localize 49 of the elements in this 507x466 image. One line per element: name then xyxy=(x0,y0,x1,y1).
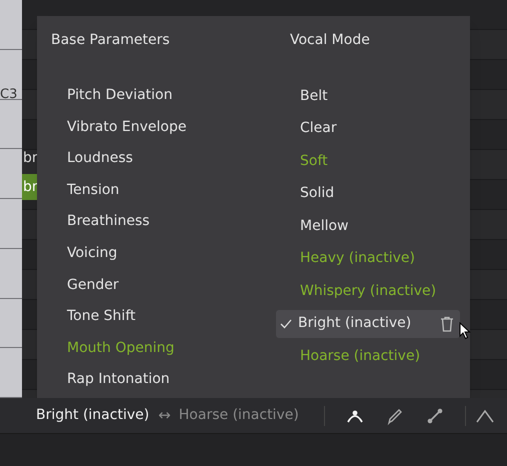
cursor-icon xyxy=(459,322,471,340)
menu-item-label: Mellow xyxy=(300,216,348,236)
menu-item-label: Vibrato Envelope xyxy=(67,118,186,137)
menu-item-label: Loudness xyxy=(67,149,133,168)
transition-arrow: ↔ xyxy=(158,405,171,426)
menu-item[interactable]: Gender xyxy=(51,272,268,299)
mode-from: Bright (inactive) xyxy=(36,406,150,425)
menu-item[interactable]: Belt xyxy=(276,82,460,110)
menu-item[interactable]: Heavy (inactive) xyxy=(276,244,460,272)
menu-item-label: Hoarse (inactive) xyxy=(300,346,420,366)
menu-item[interactable]: Vibrato Envelope xyxy=(51,114,268,141)
menu-item[interactable]: Bright (inactive) xyxy=(276,310,460,338)
menu-item[interactable]: Loudness xyxy=(51,145,268,172)
line-tool-icon[interactable] xyxy=(425,406,445,426)
menu-item[interactable]: Breathiness xyxy=(51,208,268,236)
menu-item-label: Belt xyxy=(300,86,328,106)
menu-item-label: Gender xyxy=(67,276,119,295)
menu-item[interactable]: Tone Shift xyxy=(51,303,268,330)
menu-item-label: Solid xyxy=(300,184,334,203)
menu-item-label: Soft xyxy=(300,152,328,170)
trash-icon[interactable] xyxy=(440,316,454,332)
menu-item[interactable]: Clear xyxy=(276,114,460,142)
menu-item[interactable]: Pitch Deviation xyxy=(51,82,268,110)
menu-item[interactable]: Soft xyxy=(276,147,460,175)
menu-item-label: Tone Shift xyxy=(67,307,136,326)
menu-item[interactable]: Voicing xyxy=(51,240,268,268)
menu-item-label: Bright (inactive) xyxy=(298,314,412,333)
menu-item[interactable]: Tension xyxy=(51,176,268,204)
column-header: Base Parameters xyxy=(51,31,171,50)
key-label: C3 xyxy=(0,88,18,101)
menu-item-label: Mouth Opening xyxy=(67,338,174,358)
menu-item[interactable]: Rap Intonation xyxy=(51,366,268,394)
menu-item-label: Voicing xyxy=(67,244,118,264)
menu-item-label: Rap Intonation xyxy=(67,370,170,390)
column-header: Vocal Mode xyxy=(290,31,371,50)
menu-item-label: Heavy (inactive) xyxy=(300,249,415,268)
menu-item[interactable]: Whispery (inactive) xyxy=(276,277,460,305)
menu-item-label: Tension xyxy=(67,180,120,200)
menu-item[interactable]: Solid xyxy=(276,180,460,208)
menu-item-label: Breathiness xyxy=(67,212,150,232)
menu-item-label: Whispery (inactive) xyxy=(300,282,436,300)
checkmark-icon xyxy=(280,318,292,328)
menu-item[interactable]: Mouth Opening xyxy=(51,334,268,362)
menu-item-label: Pitch Deviation xyxy=(67,86,172,106)
menu-item[interactable]: Mellow xyxy=(276,212,460,240)
menu-item-label: Clear xyxy=(300,119,337,138)
caret-icon[interactable] xyxy=(476,408,494,422)
mode-to: Hoarse (inactive) xyxy=(178,406,299,425)
menu-item[interactable]: Hoarse (inactive) xyxy=(276,342,460,370)
